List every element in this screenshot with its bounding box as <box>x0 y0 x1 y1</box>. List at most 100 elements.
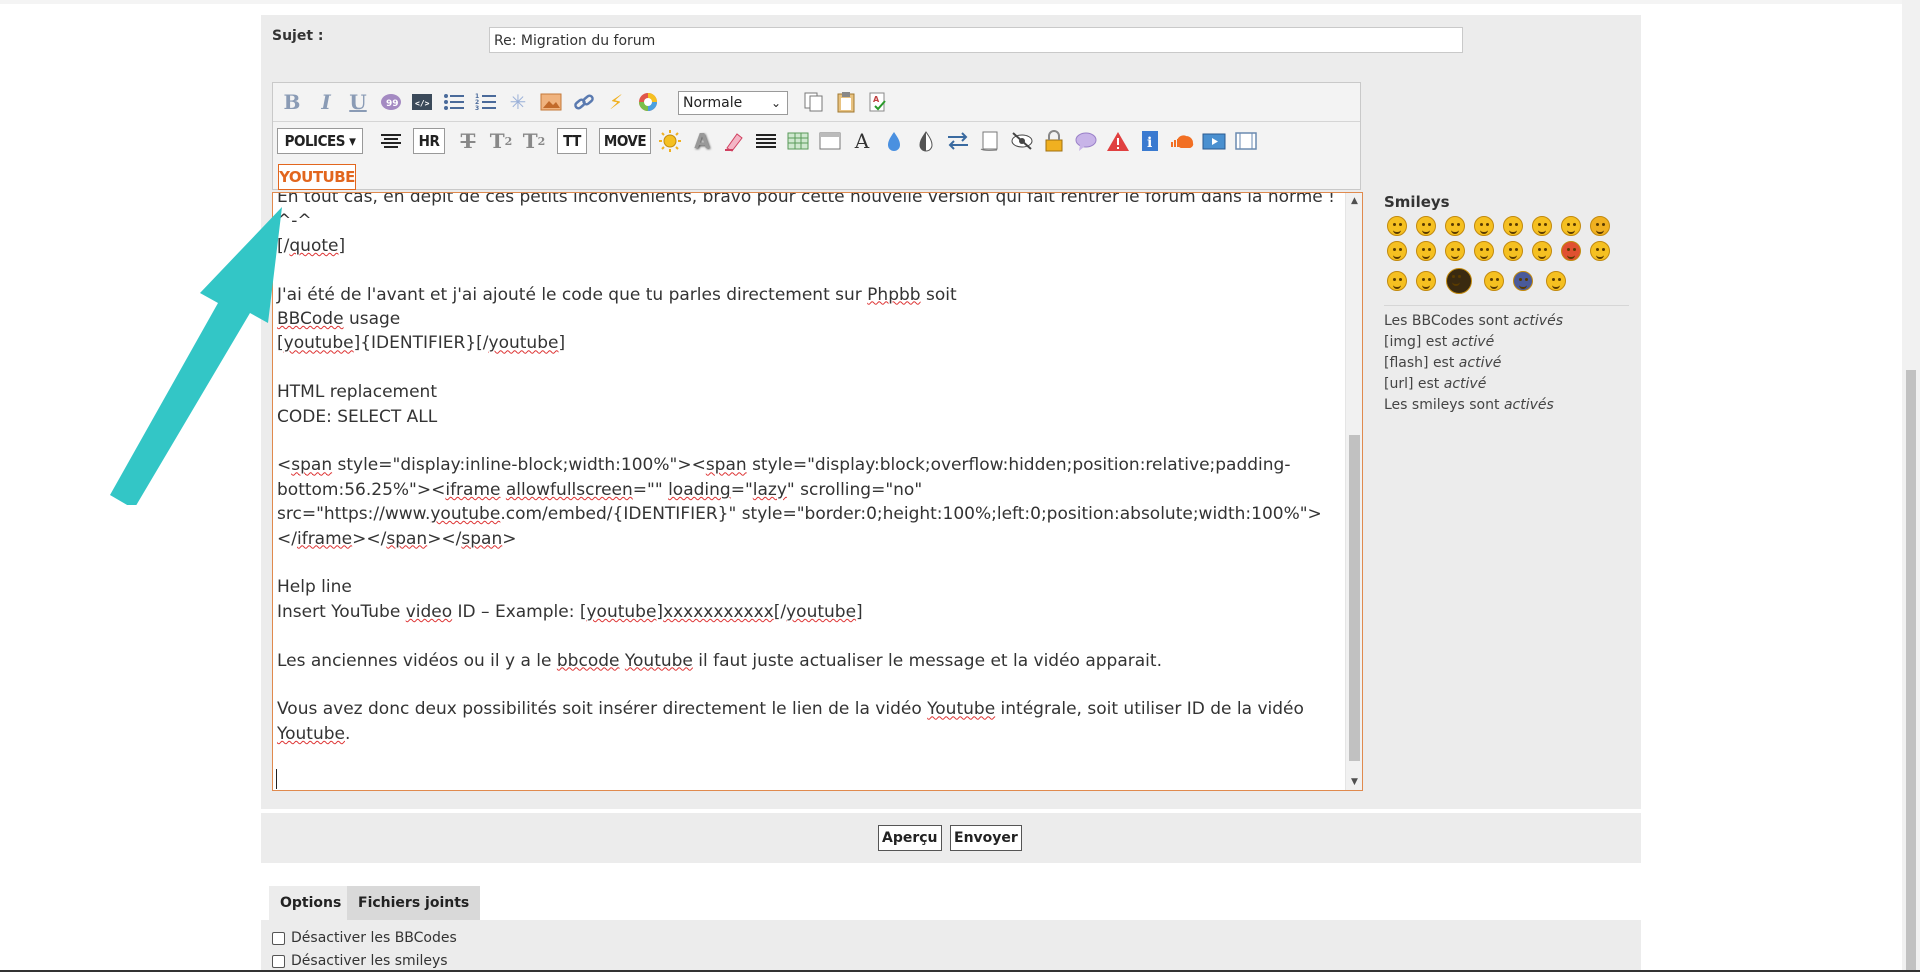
strikethrough-icon[interactable]: T <box>455 128 481 154</box>
list-item-icon[interactable]: ✳ <box>505 89 531 115</box>
align-center-icon[interactable] <box>378 128 404 154</box>
smiley-shocked-icon[interactable] <box>1503 241 1523 261</box>
subject-input[interactable]: Re: Migration du forum <box>489 27 1463 53</box>
youtube-button[interactable]: YOUTUBE <box>278 164 356 190</box>
soundcloud-icon[interactable] <box>1169 128 1195 154</box>
disable-bbcode-option[interactable]: Désactiver les BBCodes <box>272 930 457 946</box>
move-button[interactable]: MOVE <box>599 128 651 154</box>
highlight-icon[interactable] <box>721 128 747 154</box>
bbcode-status-item: Les BBCodes sont activés <box>1384 313 1563 329</box>
disable-smileys-option[interactable]: Désactiver les smileys <box>272 953 448 969</box>
smiley-police-icon[interactable] <box>1513 271 1533 291</box>
textarea-scrollbar-thumb[interactable] <box>1349 435 1360 761</box>
message-content: En tout cas, en dépit de ces petits inco… <box>277 193 1337 746</box>
message-textarea[interactable]: En tout cas, en dépit de ces petits inco… <box>272 192 1363 791</box>
contrast-drop-icon[interactable] <box>913 128 939 154</box>
submit-button[interactable]: Envoyer <box>950 825 1022 851</box>
font-face-icon[interactable]: A <box>849 128 875 154</box>
bbcode-status-item: [url] est activé <box>1384 376 1486 392</box>
font-size-select[interactable]: Normale ⌄ <box>678 91 788 115</box>
page-scrollbar-thumb[interactable] <box>1906 370 1916 970</box>
disable-smileys-checkbox[interactable] <box>272 954 285 968</box>
flash-icon[interactable]: ⚡ <box>603 89 629 115</box>
video-player-icon[interactable] <box>1201 128 1227 154</box>
disable-bbcode-checkbox[interactable] <box>272 931 285 945</box>
tab-options[interactable]: Options <box>269 886 353 920</box>
smiley-happy-icon[interactable] <box>1416 271 1436 291</box>
window-icon[interactable] <box>817 128 843 154</box>
chevron-down-icon: ⌄ <box>770 96 781 110</box>
quote-icon[interactable]: 99 <box>378 89 404 115</box>
image-icon[interactable] <box>538 89 564 115</box>
editor-line: [/quote] <box>277 235 346 256</box>
editor-line: CODE: SELECT ALL <box>277 406 438 427</box>
smiley-wink-icon[interactable] <box>1416 216 1436 236</box>
subscript-icon[interactable]: T2 <box>488 128 514 154</box>
smiley-nerd-icon[interactable] <box>1416 241 1436 261</box>
page-scrollbar[interactable] <box>1902 0 1920 972</box>
editor-line: src="https://www.youtube.com/embed/{IDEN… <box>277 504 1322 525</box>
smiley-blush-icon[interactable] <box>1484 271 1504 291</box>
smiley-afro-icon[interactable] <box>1446 268 1472 294</box>
hr-button[interactable]: HR <box>413 128 445 154</box>
speech-bubble-icon[interactable] <box>1073 128 1099 154</box>
status-state: activés <box>1503 397 1554 413</box>
status-text: [img] est <box>1384 334 1452 350</box>
editor-line: Help line <box>277 577 352 598</box>
tab-attachments[interactable]: Fichiers joints <box>347 886 481 920</box>
frame-icon[interactable] <box>1233 128 1259 154</box>
smiley-geek-icon[interactable] <box>1561 216 1581 236</box>
scroll-down-icon[interactable]: ▼ <box>1346 777 1362 787</box>
paste-icon[interactable] <box>833 89 859 115</box>
toolbar-row-3: YOUTUBE <box>273 161 1360 191</box>
textarea-scrollbar[interactable]: ▲ ▼ <box>1345 193 1362 790</box>
smiley-thinking-icon[interactable] <box>1532 241 1552 261</box>
bulleted-list-icon[interactable] <box>441 89 467 115</box>
smiley-confused-icon[interactable] <box>1387 241 1407 261</box>
svg-text:3: 3 <box>475 105 479 111</box>
hidden-eye-icon[interactable] <box>1009 128 1035 154</box>
smiley-sad-icon[interactable] <box>1532 216 1552 236</box>
table-icon[interactable] <box>785 128 811 154</box>
lock-icon[interactable] <box>1041 128 1067 154</box>
polices-button[interactable]: POLICES ▾ <box>277 128 363 154</box>
underline-icon[interactable]: U <box>345 89 371 115</box>
smiley-angry-icon[interactable] <box>1503 216 1523 236</box>
shadow-icon[interactable]: A <box>689 128 715 154</box>
smiley-mad-icon[interactable] <box>1561 241 1581 261</box>
smiley-smile-icon[interactable] <box>1387 216 1407 236</box>
smiley-evil-icon[interactable] <box>1387 271 1407 291</box>
info-icon[interactable]: i <box>1137 128 1163 154</box>
disable-smileys-label: Désactiver les smileys <box>291 953 448 969</box>
teletype-button[interactable]: TT <box>557 128 587 154</box>
italic-icon[interactable]: I <box>313 89 339 115</box>
smiley-sweat-icon[interactable] <box>1546 271 1566 291</box>
smiley-cool-icon[interactable] <box>1590 216 1610 236</box>
smiley-big-grin-icon[interactable] <box>1445 241 1465 261</box>
code-icon[interactable]: </> <box>409 89 435 115</box>
glow-icon[interactable] <box>657 128 683 154</box>
smiley-crying-icon[interactable] <box>1590 241 1610 261</box>
smiley-frown-icon[interactable] <box>1474 241 1494 261</box>
link-icon[interactable] <box>571 89 597 115</box>
scroll-up-icon[interactable]: ▲ <box>1346 196 1362 206</box>
status-text: Les BBCodes sont <box>1384 313 1514 329</box>
water-drop-icon[interactable] <box>881 128 907 154</box>
bold-icon[interactable]: B <box>279 89 305 115</box>
color-picker-icon[interactable] <box>635 89 661 115</box>
numbered-list-icon[interactable]: 123 <box>473 89 499 115</box>
status-text: Les smileys sont <box>1384 397 1504 413</box>
swap-arrows-icon[interactable] <box>945 128 971 154</box>
smiley-grin-icon[interactable] <box>1445 216 1465 236</box>
warning-icon[interactable] <box>1105 128 1131 154</box>
smiley-laugh-icon[interactable] <box>1474 216 1494 236</box>
spellcheck-icon[interactable]: A <box>865 89 891 115</box>
preview-button[interactable]: Aperçu <box>878 825 942 851</box>
copy-icon[interactable] <box>801 89 827 115</box>
scroll-page-icon[interactable] <box>977 128 1003 154</box>
editor-line: BBCode usage <box>277 309 401 330</box>
justify-icon[interactable] <box>753 128 779 154</box>
superscript-icon[interactable]: T2 <box>521 128 547 154</box>
